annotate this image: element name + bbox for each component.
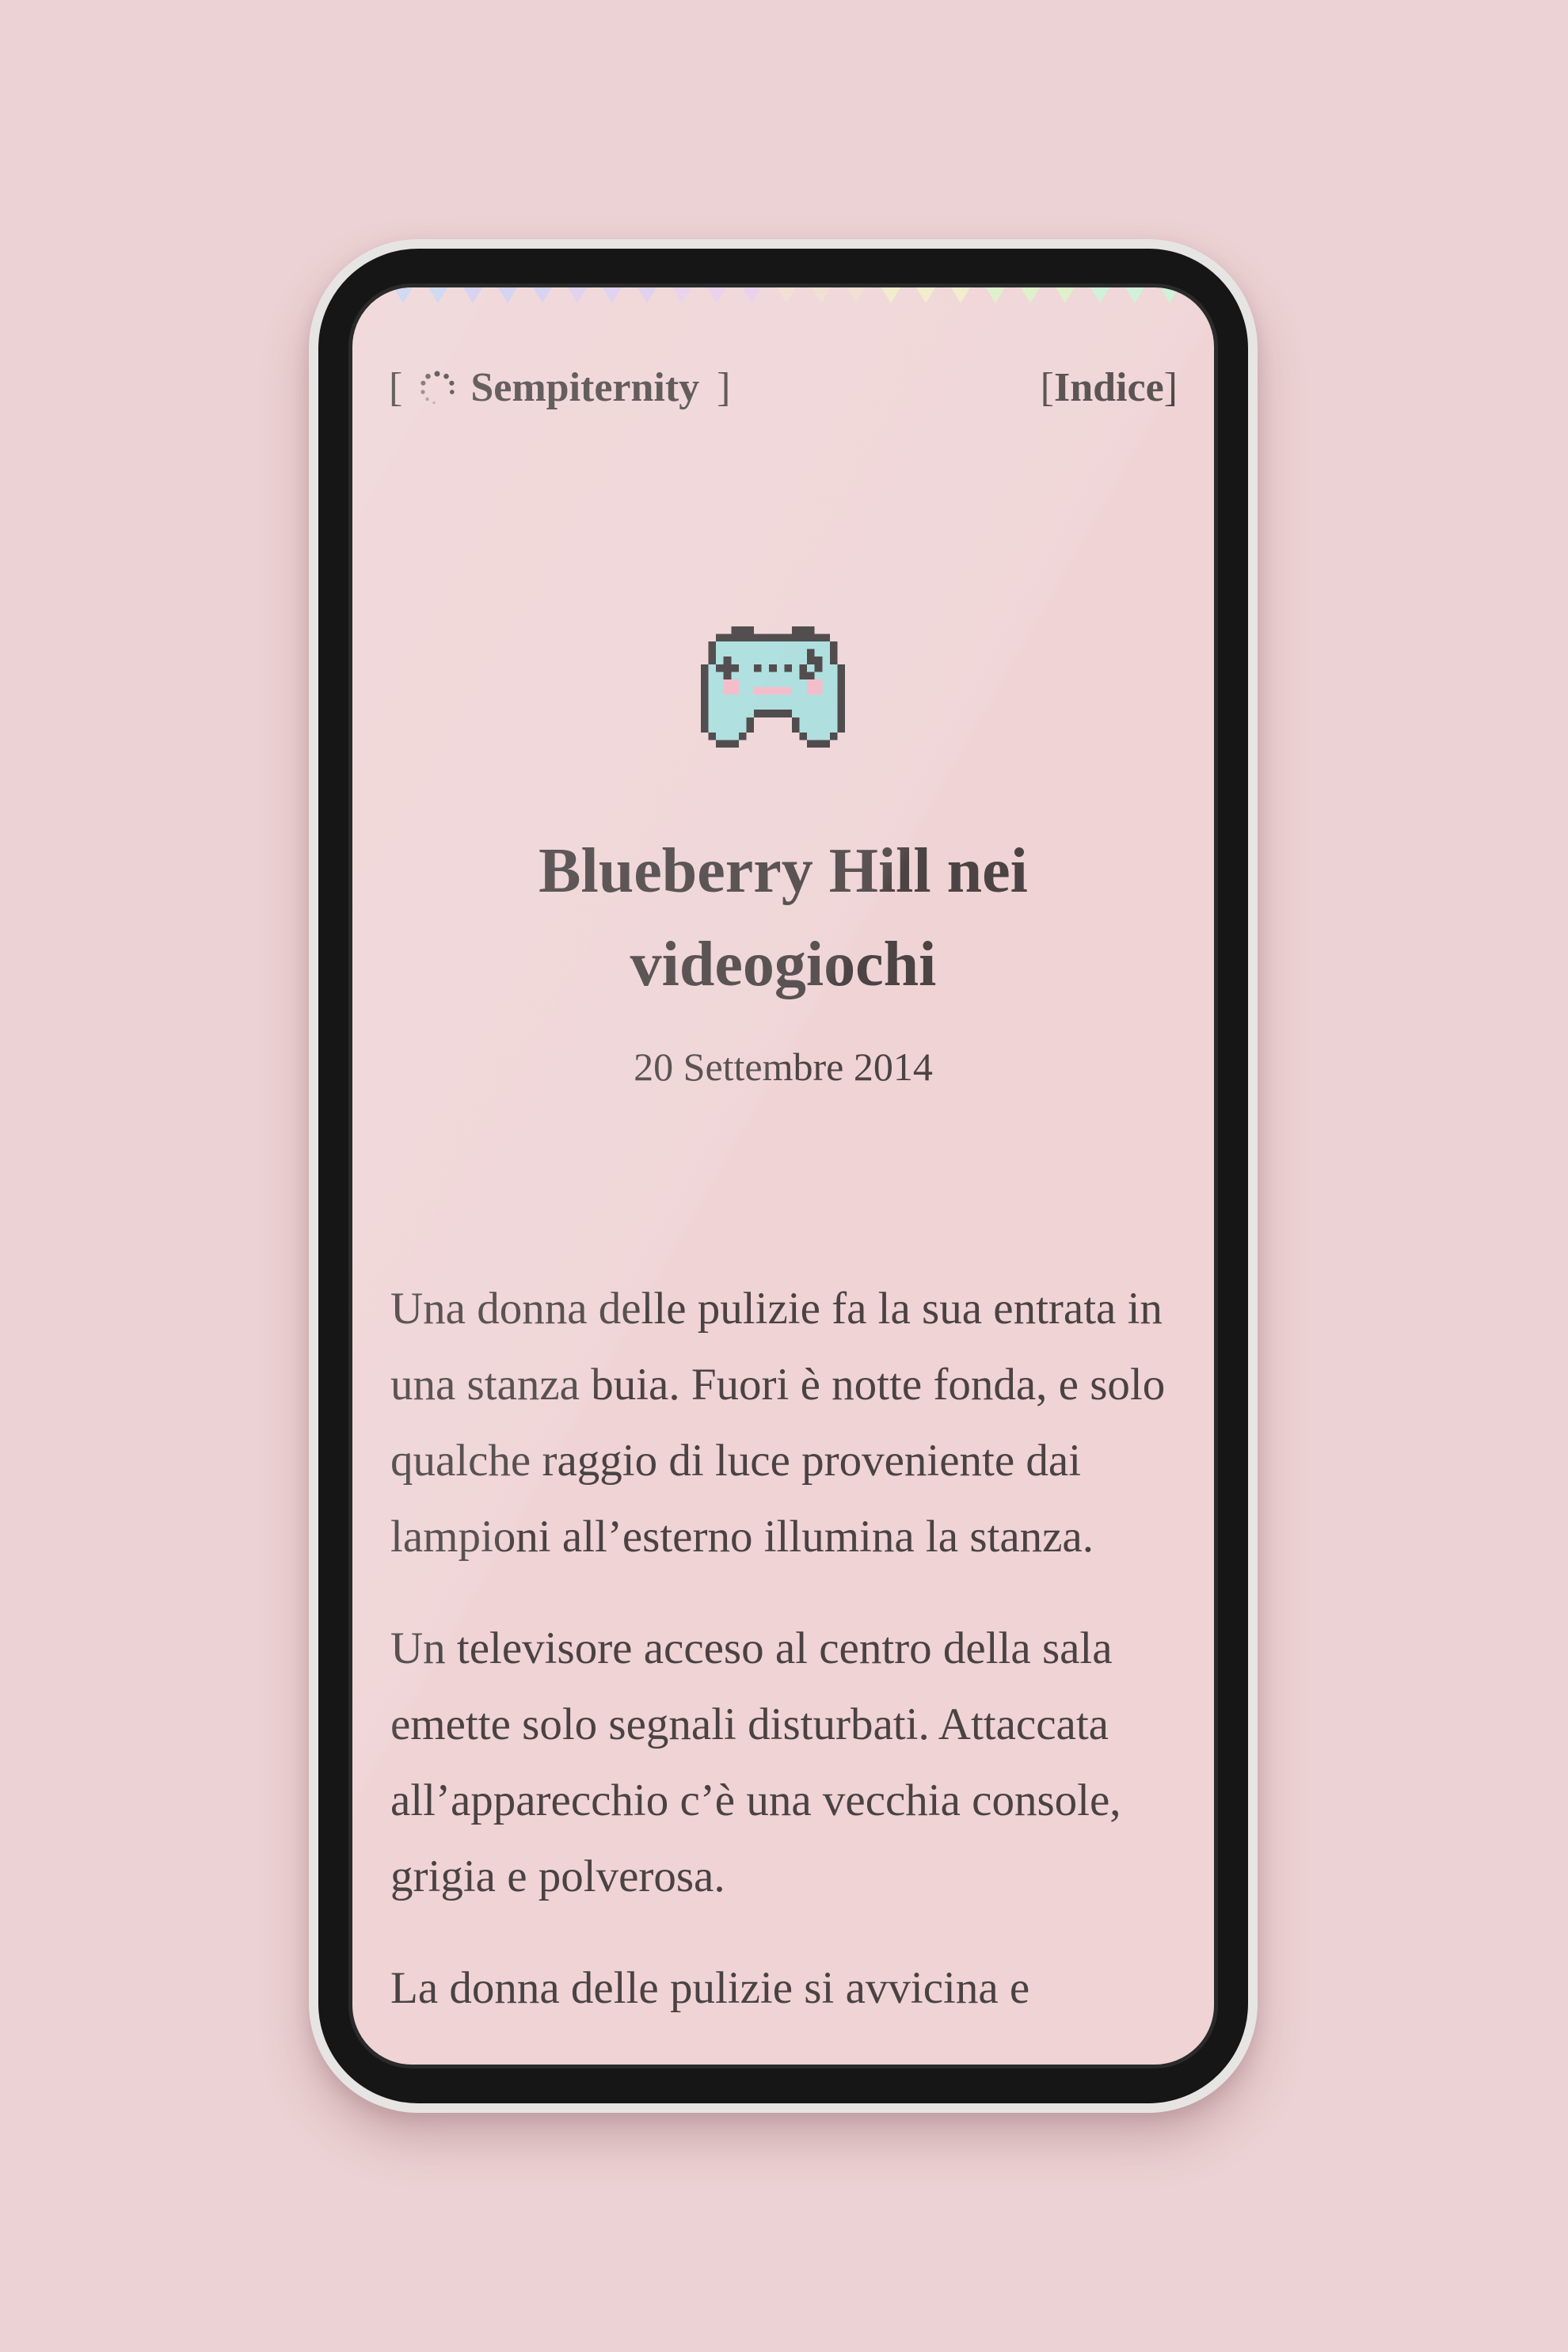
zigzag-triangle (1056, 287, 1075, 303)
zigzag-triangle (847, 287, 866, 303)
site-header: [ Sempiternity ] [Indice] (389, 360, 1178, 416)
zigzag-triangle (672, 287, 691, 303)
game-controller-icon (701, 626, 845, 748)
index-close-bracket: ] (1163, 365, 1178, 410)
zigzag-triangle (428, 287, 447, 303)
zigzag-triangle (394, 287, 413, 303)
phone-screen: [ Sempiternity ] [Indice] Blueberry Hill… (348, 284, 1218, 2068)
zigzag-triangle (916, 287, 935, 303)
article-body: Una donna delle pulizie fa la sua entrat… (390, 1271, 1176, 2062)
zigzag-triangle (707, 287, 726, 303)
index-link-label: Indice (1053, 365, 1164, 410)
zigzag-triangle (777, 287, 796, 303)
site-title: Sempiternity (470, 365, 700, 410)
zigzag-triangle (1125, 287, 1144, 303)
brand-close-bracket: ] (717, 365, 731, 410)
zigzag-triangle (951, 287, 970, 303)
zigzag-triangle (463, 287, 482, 303)
zigzag-triangle (742, 287, 761, 303)
zigzag-triangle (533, 287, 552, 303)
zigzag-triangle (1090, 287, 1109, 303)
index-open-bracket: [ (1040, 365, 1054, 410)
loading-spinner-icon (421, 371, 455, 405)
post-date: 20 Settembre 2014 (634, 1045, 933, 1089)
zigzag-triangle (881, 287, 900, 303)
pastel-zigzag-border (359, 287, 1214, 303)
zigzag-triangle (812, 287, 831, 303)
phone-mockup: [ Sempiternity ] [Indice] Blueberry Hill… (309, 239, 1258, 2113)
zigzag-triangle (603, 287, 622, 303)
zigzag-triangle (1195, 287, 1214, 303)
post-title: Blueberry Hill nei videogiochi (539, 836, 1028, 999)
zigzag-triangle (568, 287, 587, 303)
index-link[interactable]: [Indice] (1041, 360, 1178, 416)
zigzag-triangle (1021, 287, 1040, 303)
zigzag-triangle (359, 287, 378, 303)
brand-open-bracket: [ (389, 365, 403, 410)
article-paragraph: Una donna delle pulizie fa la sua entrat… (390, 1284, 1166, 1562)
zigzag-triangle (1160, 287, 1179, 303)
site-home-link[interactable]: [ Sempiternity ] (389, 360, 731, 416)
zigzag-triangle (986, 287, 1005, 303)
article-paragraph: Un televisore acceso al centro della sal… (390, 1623, 1121, 1901)
article-paragraph: La donna delle pulizie si avvicina e (390, 1963, 1030, 2013)
zigzag-triangle (498, 287, 517, 303)
zigzag-triangle (637, 287, 657, 303)
